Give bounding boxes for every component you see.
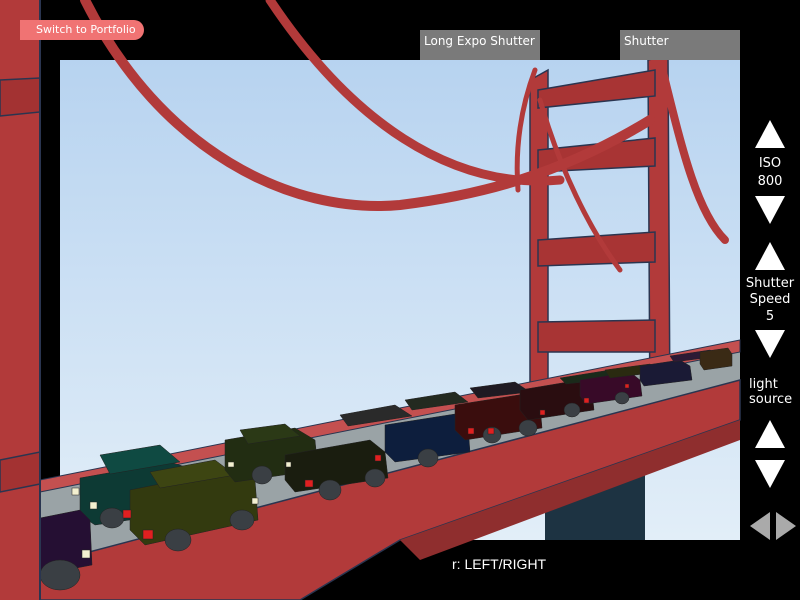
shutter-speed-value: 5 [765,309,775,324]
game-viewport [0,0,741,600]
long-expo-shutter-button[interactable]: Long Expo Shutter [420,30,540,60]
foreground-pillar [0,0,41,600]
triangle-up-icon [755,242,785,270]
triangle-down-icon [755,330,785,358]
iso-up-button[interactable] [753,118,787,150]
light-source-down-button[interactable] [753,458,787,490]
light-source-label-line2: source [749,392,793,407]
triangle-right-icon [776,512,796,540]
light-source-label-line1: light [749,377,778,392]
shutter-button[interactable]: Shutter [620,30,740,60]
triangle-up-icon [755,420,785,448]
keyboard-hint: r: LEFT/RIGHT [452,556,547,572]
shutter-speed-label-line1: Shutter [745,276,795,291]
camera-controls-panel: ISO 800 Shutter Speed 5 light source [740,60,800,600]
shutter-speed-up-button[interactable] [753,240,787,272]
iso-label: ISO [758,156,782,171]
rotate-right-button[interactable] [774,510,798,542]
rotate-left-button[interactable] [748,510,772,542]
shutter-speed-down-button[interactable] [753,328,787,360]
triangle-down-icon [755,196,785,224]
triangle-down-icon [755,460,785,488]
iso-value: 800 [757,174,783,189]
shutter-speed-label-line2: Speed [749,292,791,307]
light-source-up-button[interactable] [753,418,787,450]
triangle-left-icon [750,512,770,540]
switch-to-portfolio-link[interactable]: Switch to Portfolio [20,20,144,40]
iso-down-button[interactable] [753,194,787,226]
triangle-up-icon [755,120,785,148]
